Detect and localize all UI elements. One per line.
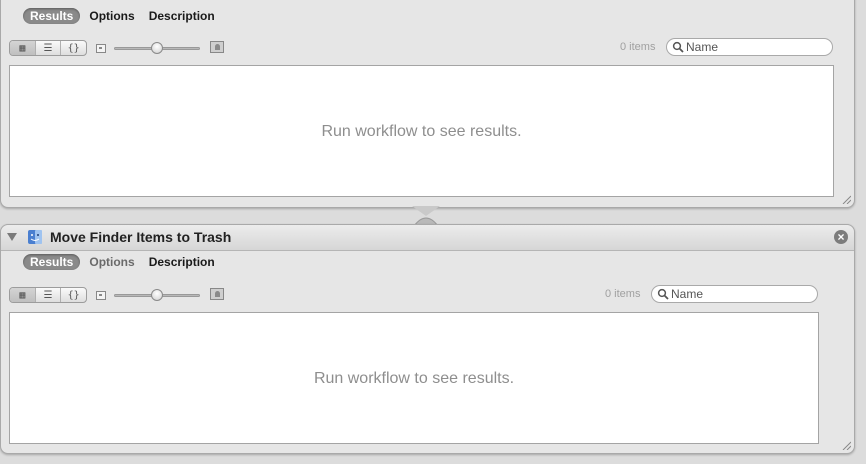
view-mode-control: ▦ ☰ {} xyxy=(9,40,87,56)
size-slider-knob[interactable] xyxy=(151,289,163,301)
search-input[interactable] xyxy=(671,287,801,301)
tab-results[interactable]: Results xyxy=(23,8,81,24)
code-view-icon[interactable]: {} xyxy=(61,288,86,302)
tab-options[interactable]: Options xyxy=(84,8,139,24)
tab-bar: Results Options Description xyxy=(23,8,220,24)
tab-options[interactable]: Options xyxy=(84,254,139,270)
action-title: Move Finder Items to Trash xyxy=(50,229,232,245)
small-size-icon xyxy=(96,291,106,300)
results-area: Run workflow to see results. xyxy=(9,65,834,197)
action-panel-2: Move Finder Items to Trash × Results Opt… xyxy=(0,224,855,454)
tab-description[interactable]: Description xyxy=(144,254,220,270)
search-icon xyxy=(657,288,669,300)
icon-view-icon[interactable]: ▦ xyxy=(10,41,36,55)
disclosure-triangle-icon[interactable] xyxy=(7,233,17,241)
search-input[interactable] xyxy=(686,40,816,54)
search-field[interactable] xyxy=(666,38,833,56)
finder-icon xyxy=(28,230,42,244)
small-size-icon xyxy=(96,44,106,53)
large-size-icon xyxy=(210,41,224,53)
view-mode-control: ▦ ☰ {} xyxy=(9,287,87,303)
results-placeholder-text: Run workflow to see results. xyxy=(321,123,522,140)
results-area: Run workflow to see results. xyxy=(9,312,819,444)
icon-view-icon[interactable]: ▦ xyxy=(10,288,36,302)
size-slider-knob[interactable] xyxy=(151,42,163,54)
tab-results[interactable]: Results xyxy=(23,254,81,270)
code-view-icon[interactable]: {} xyxy=(61,41,86,55)
workflow-connector-icon xyxy=(412,206,440,226)
results-placeholder-text: Run workflow to see results. xyxy=(313,370,515,387)
action-titlebar[interactable]: Move Finder Items to Trash × xyxy=(1,225,854,251)
list-view-icon[interactable]: ☰ xyxy=(36,41,62,55)
tab-bar: Results Options Description xyxy=(23,254,220,270)
tab-description[interactable]: Description xyxy=(144,8,220,24)
large-size-icon xyxy=(210,288,224,300)
action-panel-1: Results Options Description ▦ ☰ {} 0 ite… xyxy=(0,0,855,208)
close-icon[interactable]: × xyxy=(834,230,848,244)
search-field[interactable] xyxy=(651,285,818,303)
resize-grip-icon[interactable] xyxy=(841,194,851,204)
list-view-icon[interactable]: ☰ xyxy=(36,288,62,302)
item-count: 0 items xyxy=(620,41,656,53)
search-icon xyxy=(672,41,684,53)
resize-grip-icon[interactable] xyxy=(841,440,851,450)
item-count: 0 items xyxy=(605,288,641,300)
